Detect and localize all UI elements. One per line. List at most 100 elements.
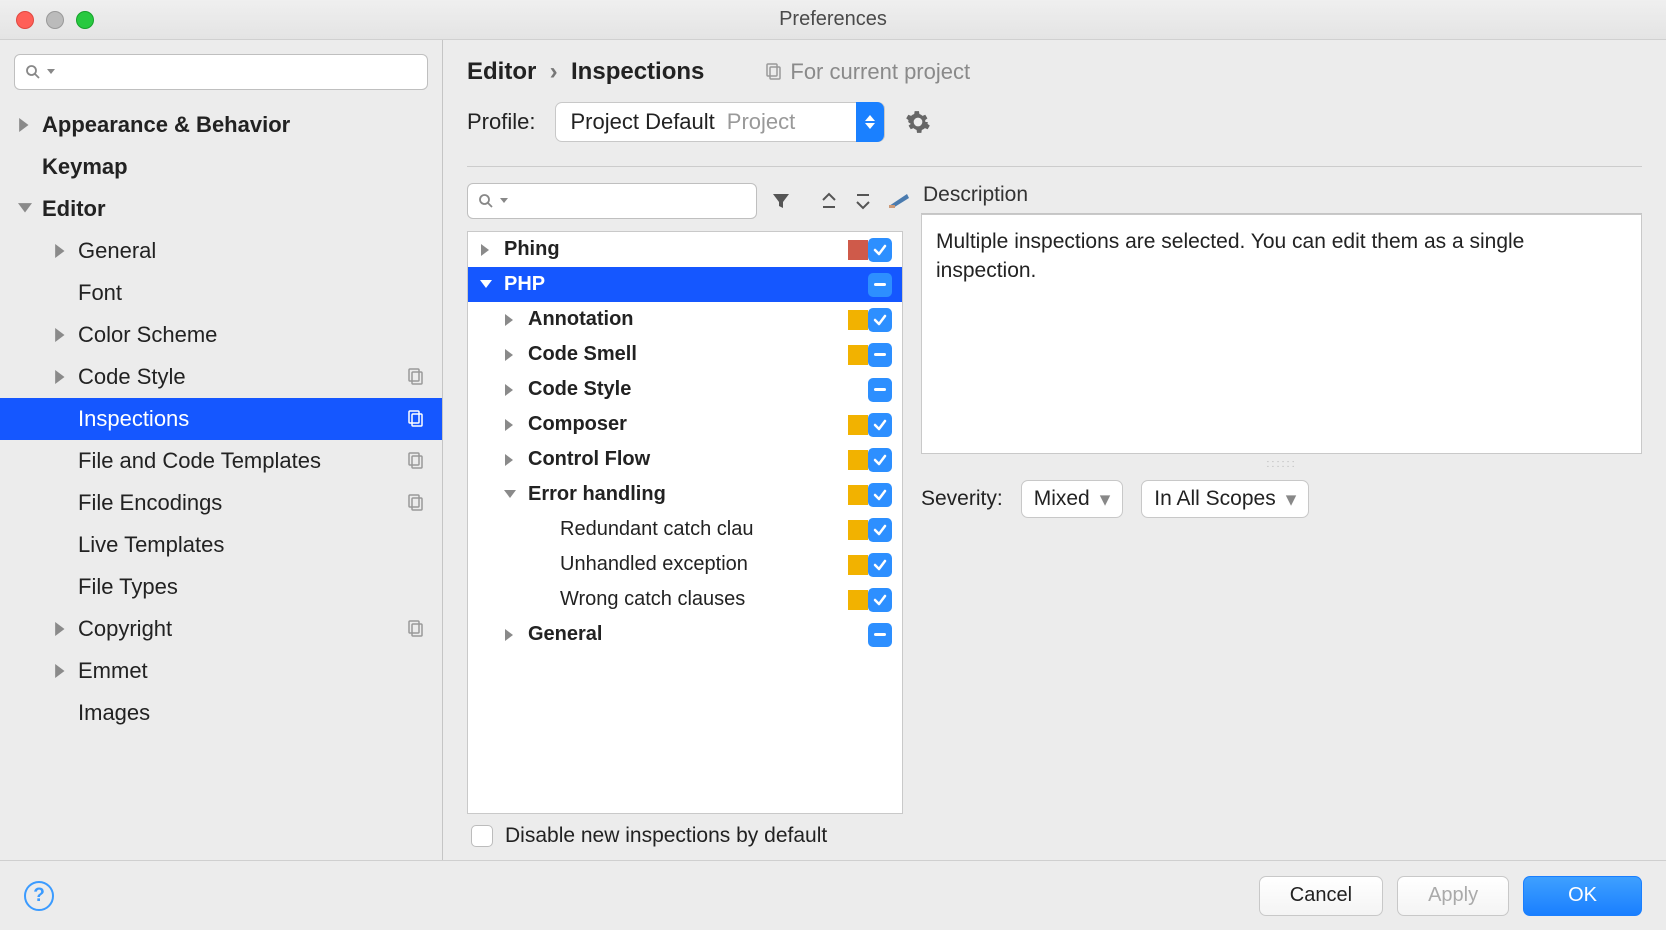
inspection-row-wrong-catch-clauses[interactable]: Wrong catch clauses bbox=[468, 582, 902, 617]
sidebar-item-emmet[interactable]: Emmet bbox=[0, 650, 442, 692]
severity-swatch bbox=[848, 345, 868, 365]
sidebar-item-code-style[interactable]: Code Style bbox=[0, 356, 442, 398]
description-label: Description bbox=[921, 183, 1642, 214]
copy-icon bbox=[764, 63, 782, 81]
scope-value: In All Scopes bbox=[1154, 487, 1275, 511]
sidebar-item-label: Copyright bbox=[78, 616, 172, 642]
collapse-all-button[interactable] bbox=[853, 191, 873, 211]
sidebar-item-label: Code Style bbox=[78, 364, 186, 390]
inspection-label: PHP bbox=[504, 273, 848, 296]
sidebar-item-file-encodings[interactable]: File Encodings bbox=[0, 482, 442, 524]
inspection-row-redundant-catch-clau[interactable]: Redundant catch clau bbox=[468, 512, 902, 547]
sidebar-item-label: Keymap bbox=[42, 154, 128, 180]
sidebar-item-copyright[interactable]: Copyright bbox=[0, 608, 442, 650]
inspection-row-control-flow[interactable]: Control Flow bbox=[468, 442, 902, 477]
inspection-label: Code Smell bbox=[528, 343, 848, 366]
ok-button[interactable]: OK bbox=[1523, 876, 1642, 916]
inspection-row-annotation[interactable]: Annotation bbox=[468, 302, 902, 337]
help-button[interactable]: ? bbox=[24, 881, 54, 911]
profile-settings-button[interactable] bbox=[905, 109, 931, 135]
caret-icon bbox=[54, 370, 68, 384]
sidebar-item-label: Inspections bbox=[78, 406, 189, 432]
sidebar-item-label: Font bbox=[78, 280, 122, 306]
caret-icon bbox=[18, 118, 32, 132]
description-text: Multiple inspections are selected. You c… bbox=[921, 214, 1642, 454]
inspection-checkbox[interactable] bbox=[868, 238, 892, 262]
inspection-label: Unhandled exception bbox=[560, 553, 848, 576]
inspection-checkbox[interactable] bbox=[868, 518, 892, 542]
caret-icon bbox=[500, 419, 520, 431]
search-icon bbox=[25, 64, 41, 80]
inspection-checkbox[interactable] bbox=[868, 623, 892, 647]
expand-all-button[interactable] bbox=[819, 191, 839, 211]
sidebar-item-label: Editor bbox=[42, 196, 106, 222]
caret-icon bbox=[500, 349, 520, 361]
caret-icon bbox=[500, 629, 520, 641]
severity-swatch bbox=[848, 590, 868, 610]
inspection-row-unhandled-exception[interactable]: Unhandled exception bbox=[468, 547, 902, 582]
inspection-checkbox[interactable] bbox=[868, 343, 892, 367]
inspection-row-general[interactable]: General bbox=[468, 617, 902, 652]
inspection-checkbox[interactable] bbox=[868, 553, 892, 577]
caret-icon bbox=[500, 454, 520, 466]
sidebar-item-general[interactable]: General bbox=[0, 230, 442, 272]
inspection-checkbox[interactable] bbox=[868, 448, 892, 472]
sidebar-item-inspections[interactable]: Inspections bbox=[0, 398, 442, 440]
cancel-button[interactable]: Cancel bbox=[1259, 876, 1383, 916]
sidebar-item-color-scheme[interactable]: Color Scheme bbox=[0, 314, 442, 356]
inspection-label: General bbox=[528, 623, 848, 646]
profile-select-value: Project Default bbox=[570, 109, 714, 135]
severity-swatch bbox=[848, 520, 868, 540]
chevron-right-icon: › bbox=[550, 58, 558, 85]
severity-swatch bbox=[848, 485, 868, 505]
sidebar-item-label: Live Templates bbox=[78, 532, 224, 558]
filter-button[interactable] bbox=[771, 191, 791, 211]
reset-button[interactable] bbox=[887, 192, 911, 210]
inspection-row-composer[interactable]: Composer bbox=[468, 407, 902, 442]
sidebar-item-label: Color Scheme bbox=[78, 322, 217, 348]
sidebar-item-editor[interactable]: Editor bbox=[0, 188, 442, 230]
caret-icon bbox=[54, 328, 68, 342]
sidebar-item-keymap[interactable]: Keymap bbox=[0, 146, 442, 188]
apply-button[interactable]: Apply bbox=[1397, 876, 1509, 916]
inspection-row-error-handling[interactable]: Error handling bbox=[468, 477, 902, 512]
sidebar-item-live-templates[interactable]: Live Templates bbox=[0, 524, 442, 566]
inspection-checkbox[interactable] bbox=[868, 308, 892, 332]
sidebar-item-label: File and Code Templates bbox=[78, 448, 321, 474]
inspection-checkbox[interactable] bbox=[868, 378, 892, 402]
inspection-checkbox[interactable] bbox=[868, 273, 892, 297]
copy-icon bbox=[406, 452, 424, 470]
severity-swatch bbox=[848, 450, 868, 470]
inspection-label: Composer bbox=[528, 413, 848, 436]
search-icon bbox=[478, 193, 494, 209]
inspection-row-code-smell[interactable]: Code Smell bbox=[468, 337, 902, 372]
inspection-checkbox[interactable] bbox=[868, 413, 892, 437]
sidebar-item-images[interactable]: Images bbox=[0, 692, 442, 734]
disable-new-inspections-checkbox[interactable] bbox=[471, 825, 493, 847]
inspections-search-input[interactable] bbox=[467, 183, 757, 219]
severity-swatch bbox=[848, 555, 868, 575]
inspections-tree[interactable]: Phing PHP Annotation Code Smell Code Style Co… bbox=[467, 231, 903, 814]
sidebar-item-appearance-behavior[interactable]: Appearance & Behavior bbox=[0, 104, 442, 146]
copy-icon bbox=[406, 620, 424, 638]
inspection-checkbox[interactable] bbox=[868, 483, 892, 507]
breadcrumb-editor: Editor bbox=[467, 58, 536, 85]
inspection-row-code-style[interactable]: Code Style bbox=[468, 372, 902, 407]
sidebar-item-file-types[interactable]: File Types bbox=[0, 566, 442, 608]
dialog-footer: ? Cancel Apply OK bbox=[0, 860, 1666, 930]
severity-select[interactable]: Mixed ▾ bbox=[1021, 480, 1124, 518]
sidebar-item-label: File Types bbox=[78, 574, 178, 600]
inspection-row-php[interactable]: PHP bbox=[468, 267, 902, 302]
sidebar-search-input[interactable] bbox=[14, 54, 428, 90]
scope-select[interactable]: In All Scopes ▾ bbox=[1141, 480, 1309, 518]
resize-grip[interactable]: :::::: bbox=[1266, 458, 1296, 470]
caret-icon bbox=[54, 244, 68, 258]
profile-select-scope: Project bbox=[727, 109, 795, 135]
sidebar-item-file-and-code-templates[interactable]: File and Code Templates bbox=[0, 440, 442, 482]
settings-content: Editor › Inspections For current project… bbox=[443, 40, 1666, 860]
caret-icon bbox=[476, 280, 496, 290]
inspection-row-phing[interactable]: Phing bbox=[468, 232, 902, 267]
sidebar-item-font[interactable]: Font bbox=[0, 272, 442, 314]
profile-select[interactable]: Project Default Project bbox=[555, 102, 885, 142]
inspection-checkbox[interactable] bbox=[868, 588, 892, 612]
